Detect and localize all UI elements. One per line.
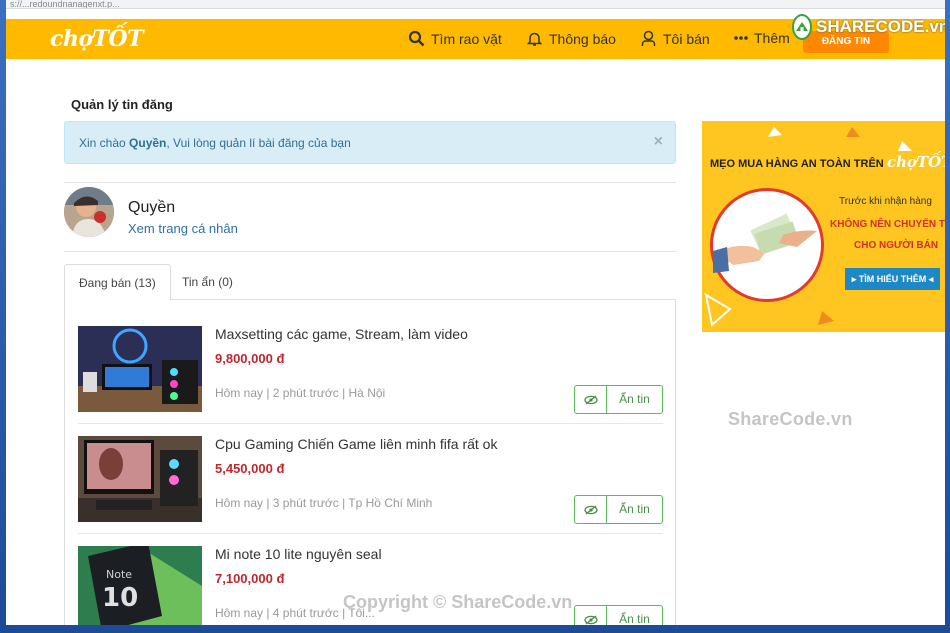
- nav-notifications[interactable]: Thông báo: [526, 30, 616, 47]
- listing-thumbnail[interactable]: [78, 326, 202, 412]
- alert-close-button[interactable]: ×: [654, 133, 663, 151]
- page-title: Quản lý tin đăng: [71, 97, 173, 112]
- bell-icon: [526, 32, 543, 46]
- nav-more-label: Thêm: [754, 30, 790, 46]
- alert-suffix: , Vui lòng quản lí bài đăng của bạn: [166, 136, 351, 150]
- view-profile-link[interactable]: Xem trang cá nhân: [128, 221, 238, 236]
- ad-line-2: KHÔNG NÊN CHUYỂN TIỀN: [830, 219, 945, 230]
- hide-listing-label: Ẩn tin: [619, 612, 650, 625]
- item-divider: [78, 423, 663, 424]
- divider: [64, 251, 676, 252]
- hide-listing-label: Ẩn tin: [619, 502, 650, 516]
- svg-text:10: 10: [102, 583, 138, 613]
- listing-panel: Maxsetting các game, Stream, làm video 9…: [64, 300, 676, 625]
- hide-listing-label: Ẩn tin: [619, 392, 650, 406]
- hide-listing-button[interactable]: Ẩn tin: [574, 495, 663, 524]
- item-divider: [78, 533, 663, 534]
- safety-ad-banner[interactable]: MẸO MUA HÀNG AN TOÀN TRÊN chợTỐT Trước k…: [702, 121, 945, 332]
- address-bar[interactable]: s://...redoundnanagenxt.p...: [6, 0, 945, 9]
- listing-tabs: Đang bán (13) Tin ẩn (0): [64, 264, 676, 301]
- alert-prefix: Xin chào: [79, 136, 130, 150]
- more-dots-icon: [734, 36, 748, 40]
- sharecode-logo-icon: [792, 14, 812, 40]
- nav-selling-label: Tôi bán: [663, 30, 710, 47]
- hide-listing-button[interactable]: Ẩn tin: [574, 385, 663, 414]
- copyright-watermark: Copyright © ShareCode.vn: [343, 592, 573, 612]
- eye-slash-icon: [575, 606, 607, 625]
- listing-price: 7,100,000 đ: [215, 571, 285, 586]
- listing-item[interactable]: Cpu Gaming Chiến Game liên minh fifa rất…: [78, 436, 663, 546]
- listing-item[interactable]: Maxsetting các game, Stream, làm video 9…: [78, 326, 663, 436]
- ad-illustration: [710, 188, 824, 302]
- listing-title[interactable]: Cpu Gaming Chiến Game liên minh fifa rất…: [215, 436, 497, 452]
- url-text: s://...redoundnanagenxt.p...: [10, 0, 120, 9]
- listing-thumbnail[interactable]: Note 10: [78, 546, 202, 625]
- eye-slash-icon: [575, 496, 607, 523]
- tab-hidden[interactable]: Tin ẩn (0): [168, 264, 247, 301]
- ad-button-label: TÌM HIỂU THÊM: [858, 274, 927, 284]
- eye-slash-icon: [575, 386, 607, 413]
- sharecode-badge: SHARECODE.vn: [792, 12, 945, 42]
- nav-more[interactable]: Thêm: [734, 30, 790, 46]
- ad-line-3: CHO NGƯỜI BÁN: [854, 240, 939, 251]
- listing-meta: Hôm nay | 2 phút trước | Hà Nội: [215, 386, 386, 400]
- ad-learn-more-button[interactable]: ▸ TÌM HIỂU THÊM ◂: [845, 268, 940, 290]
- listing-price: 5,450,000 đ: [215, 461, 285, 476]
- hide-listing-button[interactable]: Ẩn tin: [574, 605, 663, 625]
- listing-title[interactable]: Mi note 10 lite nguyên seal: [215, 546, 382, 562]
- ad-line-1: Trước khi nhận hàng: [839, 196, 932, 207]
- listing-price: 9,800,000 đ: [215, 351, 285, 366]
- ad-headline: MẸO MUA HÀNG AN TOÀN TRÊN chợTỐT: [710, 153, 945, 171]
- search-icon: [408, 30, 425, 47]
- sharecode-badge-text: SHARECODE.vn: [816, 17, 945, 36]
- nav-search[interactable]: Tìm rao vặt: [408, 30, 502, 47]
- nav-notifications-label: Thông báo: [549, 30, 616, 47]
- watermark-text: ShareCode.vn: [728, 409, 853, 429]
- listing-meta: Hôm nay | 3 phút trước | Tp Hồ Chí Minh: [215, 496, 433, 510]
- browser-window: s://...redoundnanagenxt.p... chợTỐT Tìm …: [6, 0, 945, 625]
- listing-item[interactable]: Note 10 Mi note 10 lite nguyên seal 7,10…: [78, 546, 663, 625]
- tab-selling[interactable]: Đang bán (13): [64, 264, 171, 301]
- listing-title[interactable]: Maxsetting các game, Stream, làm video: [215, 326, 468, 342]
- site-logo[interactable]: chợTỐT: [50, 26, 143, 52]
- avatar[interactable]: [64, 187, 114, 237]
- ad-brand: chợTỐT: [886, 153, 945, 171]
- svg-text:Note: Note: [106, 568, 132, 581]
- welcome-alert: Xin chào Quyền, Vui lòng quản lí bài đăn…: [64, 121, 676, 164]
- nav-selling[interactable]: Tôi bán: [640, 30, 710, 47]
- divider: [64, 182, 676, 183]
- ad-headline-text: MẸO MUA HÀNG AN TOÀN TRÊN: [710, 158, 884, 170]
- user-name: Quyền: [128, 199, 176, 216]
- listing-thumbnail[interactable]: [78, 436, 202, 522]
- alert-username: Quyền: [129, 136, 167, 150]
- user-icon: [641, 30, 656, 46]
- nav-search-label: Tìm rao vặt: [431, 30, 502, 47]
